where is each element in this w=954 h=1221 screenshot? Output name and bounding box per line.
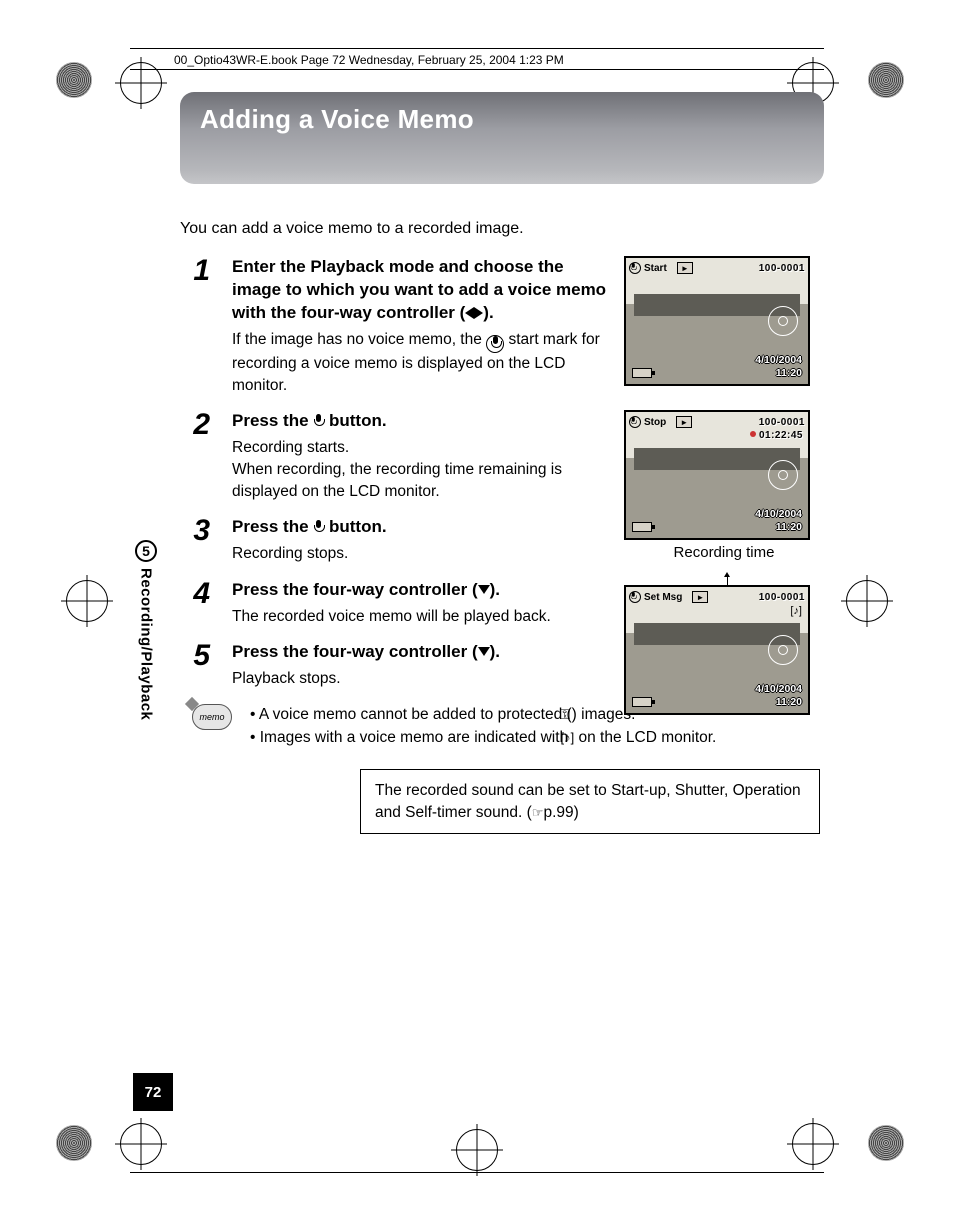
lcd-recording-time: 01:22:45 xyxy=(750,430,803,441)
dpad-icon xyxy=(768,460,798,490)
down-arrow-icon xyxy=(478,647,490,656)
steps-list: 1 Enter the Playback mode and choose the… xyxy=(180,256,824,690)
crop-mark xyxy=(66,580,108,622)
chapter-label: Recording/Playback xyxy=(138,568,155,720)
content-area: You can add a voice memo to a recorded i… xyxy=(180,184,824,834)
left-arrow-icon xyxy=(465,307,474,319)
dpad-leftright-icon xyxy=(768,306,798,336)
battery-icon xyxy=(632,522,652,532)
step-body-text: If the image has no voice memo, the star… xyxy=(232,329,609,396)
lcd-action-label: Stop xyxy=(644,417,666,428)
dpad-down-icon xyxy=(768,635,798,665)
mic-icon xyxy=(629,591,641,603)
battery-icon xyxy=(632,368,652,378)
print-registration-mark xyxy=(56,62,92,98)
print-registration-mark xyxy=(56,1125,92,1161)
step-number: 1 xyxy=(180,256,210,396)
step-heading: Enter the Playback mode and choose the i… xyxy=(232,256,609,325)
step-heading: Press the four-way controller (). xyxy=(232,641,609,664)
pointer-icon: ☞ xyxy=(532,804,544,822)
playback-mode-icon: ► xyxy=(692,591,708,603)
step-body-text: The recorded voice memo will be played b… xyxy=(232,606,609,628)
step-body-text: Playback stops. xyxy=(232,668,609,690)
print-registration-mark xyxy=(868,1125,904,1161)
lcd-screenshot-stop: Stop ► 100-0001 01:22:45 4/10/2004 11:20 xyxy=(624,410,810,540)
battery-icon xyxy=(632,697,652,707)
step-heading: Press the button. xyxy=(232,516,609,539)
lcd-caption: Recording time xyxy=(624,544,824,561)
lcd-file-number: 100-0001 xyxy=(759,417,805,428)
step-number: 5 xyxy=(180,641,210,690)
crop-mark xyxy=(846,580,888,622)
lcd-action-label: Start xyxy=(644,263,667,274)
lcd-date: 4/10/2004 xyxy=(755,354,802,366)
chapter-side-tab: 5 Recording/Playback xyxy=(133,540,159,720)
lcd-screenshot-setmsg: Set Msg ► 100-0001 [♪] 4/10/2004 11:20 xyxy=(624,585,810,715)
mic-start-icon xyxy=(486,335,504,353)
playback-mode-icon: ► xyxy=(677,262,693,274)
lcd-time: 11:20 xyxy=(776,367,802,379)
voice-memo-note-icon: [♪] xyxy=(790,605,802,617)
step-number: 3 xyxy=(180,516,210,565)
section-title-bar: Adding a Voice Memo xyxy=(180,92,824,184)
lcd-time: 11:20 xyxy=(776,521,802,533)
lcd-file-number: 100-0001 xyxy=(759,263,805,274)
step-heading: Press the button. xyxy=(232,410,609,433)
lcd-illustrations-column: Start ► 100-0001 4/10/2004 11:20 xyxy=(624,256,824,739)
chapter-number: 5 xyxy=(135,540,157,562)
lcd-action-label: Set Msg xyxy=(644,592,682,603)
print-registration-mark xyxy=(868,62,904,98)
step-body-text: Recording stops. xyxy=(232,543,609,565)
step-number: 4 xyxy=(180,579,210,628)
lcd-date: 4/10/2004 xyxy=(755,683,802,695)
lcd-screenshot-start: Start ► 100-0001 4/10/2004 11:20 xyxy=(624,256,810,386)
page-frame: 00_Optio43WR-E.book Page 72 Wednesday, F… xyxy=(130,48,824,1173)
right-arrow-icon xyxy=(474,307,483,319)
mic-icon xyxy=(313,520,324,534)
running-header: 00_Optio43WR-E.book Page 72 Wednesday, F… xyxy=(174,53,824,67)
step-heading: Press the four-way controller (). xyxy=(232,579,609,602)
down-arrow-icon xyxy=(478,585,490,594)
lcd-file-number: 100-0001 xyxy=(759,592,805,603)
memo-badge: memo xyxy=(192,704,232,730)
step-body-text: Recording starts. When recording, the re… xyxy=(232,437,609,502)
mic-icon xyxy=(313,414,324,428)
lcd-date: 4/10/2004 xyxy=(755,508,802,520)
section-title: Adding a Voice Memo xyxy=(200,104,804,135)
mic-icon xyxy=(629,416,641,428)
lcd-time: 11:20 xyxy=(776,696,802,708)
step-number: 2 xyxy=(180,410,210,502)
cross-reference-box: The recorded sound can be set to Start-u… xyxy=(360,769,820,834)
page-number: 72 xyxy=(133,1073,173,1111)
intro-text: You can add a voice memo to a recorded i… xyxy=(180,220,824,238)
header-rule xyxy=(130,69,824,70)
mic-icon xyxy=(629,262,641,274)
playback-mode-icon: ► xyxy=(676,416,692,428)
